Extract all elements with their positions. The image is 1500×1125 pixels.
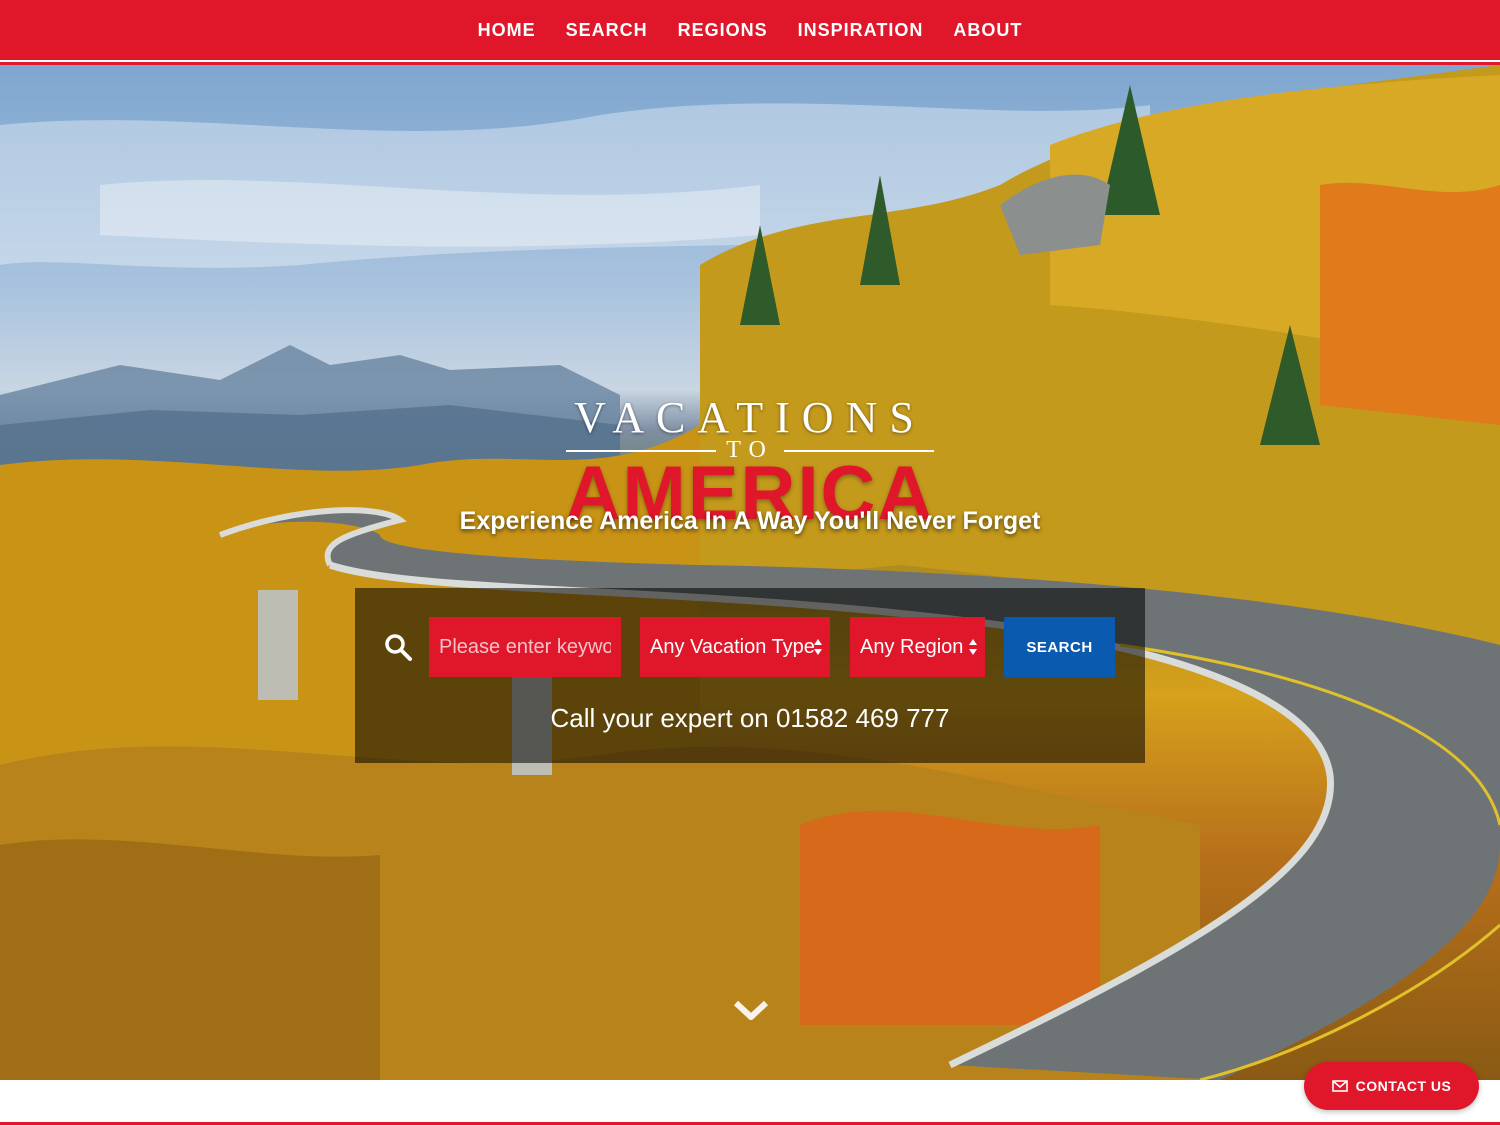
- hero-tagline: Experience America In A Way You'll Never…: [459, 507, 1041, 535]
- keyword-search-input[interactable]: [429, 617, 621, 677]
- select-arrows-icon: [814, 639, 822, 655]
- region-value: Any Region: [860, 635, 964, 658]
- hero-background-image: [0, 65, 1500, 1080]
- contact-us-label: CONTACT US: [1355, 1078, 1452, 1094]
- main-menu: HOME SEARCH REGIONS INSPIRATION ABOUT: [0, 0, 1500, 60]
- chevron-down-icon[interactable]: [733, 998, 769, 1022]
- mail-icon: [1331, 1080, 1348, 1092]
- nav-search[interactable]: SEARCH: [566, 20, 648, 41]
- nav-home[interactable]: HOME: [478, 20, 536, 41]
- call-expert-text: Call your expert on 01582 469 777: [550, 703, 950, 733]
- search-button[interactable]: SEARCH: [1004, 617, 1115, 677]
- nav-about[interactable]: ABOUT: [953, 20, 1022, 41]
- top-navigation: HOME SEARCH REGIONS INSPIRATION ABOUT: [0, 0, 1500, 60]
- logo-vacations: VACATIONS: [574, 393, 926, 442]
- select-arrows-icon: [969, 639, 977, 655]
- vacation-type-select[interactable]: Any Vacation Type: [640, 617, 830, 677]
- nav-inspiration[interactable]: INSPIRATION: [798, 20, 924, 41]
- vacation-type-value: Any Vacation Type: [650, 635, 815, 658]
- hero-banner: VACATIONS TO AMERICA Experience America …: [0, 65, 1500, 1080]
- search-icon: [385, 634, 412, 661]
- region-select[interactable]: Any Region: [850, 617, 985, 677]
- nav-regions[interactable]: REGIONS: [678, 20, 768, 41]
- contact-us-button[interactable]: CONTACT US: [1304, 1062, 1479, 1110]
